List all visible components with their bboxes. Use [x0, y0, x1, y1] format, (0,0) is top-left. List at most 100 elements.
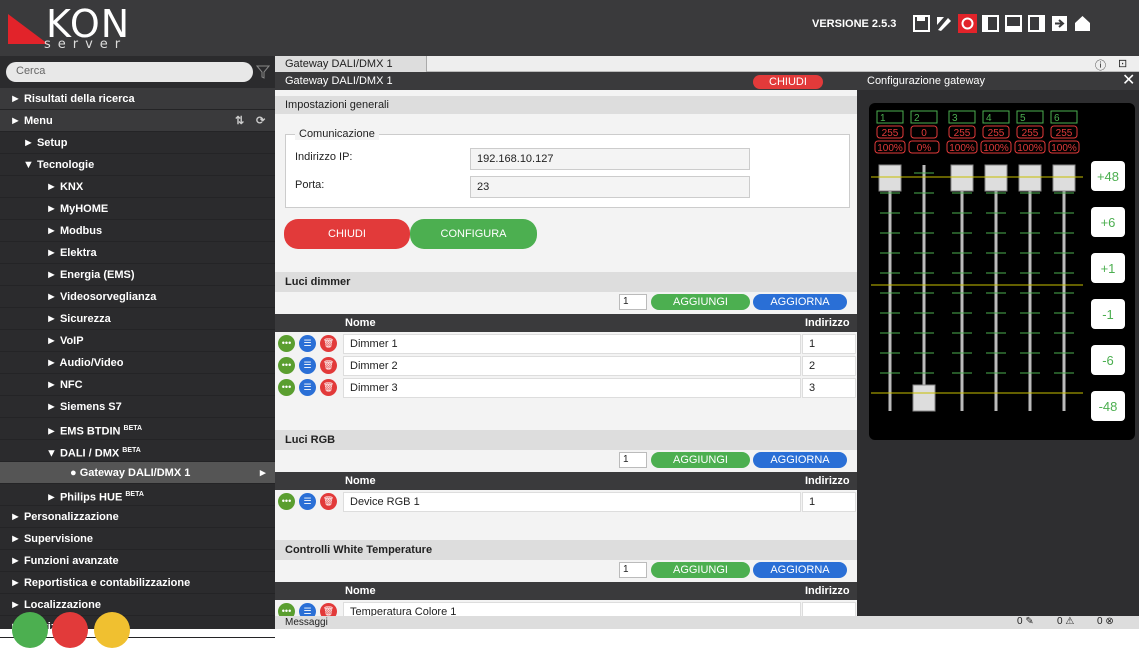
tab-gateway[interactable]: Gateway DALI/DMX 1 — [275, 56, 427, 72]
brush-icon[interactable] — [958, 14, 977, 33]
home-icon[interactable] — [1073, 14, 1092, 33]
sidebar-item-audio-video[interactable]: ► Audio/Video — [0, 352, 275, 374]
sidebar-item-siemens[interactable]: ► Siemens S7 — [0, 396, 275, 418]
sidebar-item-elektra[interactable]: ► Elektra — [0, 242, 275, 264]
sidebar-item-reportistica[interactable]: ► Reportistica e contabilizzazione — [0, 572, 275, 594]
error-count[interactable]: 0 ⊗ — [1097, 616, 1114, 627]
fader-knob[interactable] — [1052, 164, 1076, 192]
sidebar-item-myhome[interactable]: ► MyHOME — [0, 198, 275, 220]
more-icon[interactable]: ••• — [278, 335, 295, 352]
notification-count[interactable]: 0 ✎ — [1017, 616, 1034, 627]
row-address: 1 — [802, 492, 856, 512]
chiudi-button[interactable]: CHIUDI — [284, 219, 410, 249]
channel-value: 255 — [1022, 128, 1039, 139]
save-icon[interactable] — [912, 14, 931, 33]
sidebar-item-label: ● Gateway DALI/DMX 1 — [70, 467, 191, 479]
preview-icon[interactable]: ⊡ — [1118, 57, 1127, 70]
table-row[interactable]: ••• ☰ 🗑 Temperatura Colore 1 — [275, 602, 857, 616]
sidebar-item-tecnologie[interactable]: ▼ Tecnologie — [0, 154, 275, 176]
sidebar-item-knx[interactable]: ► KNX — [0, 176, 275, 198]
list-icon[interactable]: ☰ — [299, 493, 316, 510]
logout-icon[interactable] — [1050, 14, 1069, 33]
quantity-input[interactable]: 1 — [619, 294, 647, 310]
sidebar-item-voip[interactable]: ► VoIP — [0, 330, 275, 352]
sidebar-item-personalizzazione[interactable]: ► Personalizzazione — [0, 506, 275, 528]
trash-icon[interactable]: 🗑 — [320, 603, 337, 616]
fader-knob[interactable] — [950, 164, 974, 192]
info-icon[interactable]: ⓘ — [1095, 57, 1106, 73]
sidebar-item-philips-hue[interactable]: ► Philips HUE BETA — [0, 484, 275, 506]
sidebar-item-videosorveglianza[interactable]: ► Videosorveglianza — [0, 286, 275, 308]
port-field[interactable]: 23 — [470, 176, 750, 198]
fader-knob[interactable] — [912, 384, 936, 412]
channel-value: 255 — [954, 128, 971, 139]
table-row[interactable]: ••• ☰ 🗑 Dimmer 3 3 — [275, 378, 857, 398]
search-input[interactable]: Cerca — [6, 62, 253, 82]
sidebar-item-ems-btdin[interactable]: ► EMS BTDIN BETA — [0, 418, 275, 440]
add-button[interactable]: AGGIUNGI — [651, 562, 750, 578]
trash-icon[interactable]: 🗑 — [320, 335, 337, 352]
sidebar-item-modbus[interactable]: ► Modbus — [0, 220, 275, 242]
top-bar: KON server VERSIONE 2.5.3 — [0, 0, 1139, 56]
sidebar-item-energia[interactable]: ► Energia (EMS) — [0, 264, 275, 286]
fab-delete-button[interactable] — [52, 612, 88, 648]
fab-copy-button[interactable] — [94, 612, 130, 648]
filter-icon[interactable] — [256, 65, 270, 79]
list-icon[interactable]: ☰ — [299, 357, 316, 374]
dmx-controller: 1 255 100% 2 0 0% 3 255 100% 4 255 100% 5 255 100% 6 255… — [869, 103, 1135, 440]
add-button[interactable]: AGGIUNGI — [651, 452, 750, 468]
list-icon[interactable]: ☰ — [299, 335, 316, 352]
sort-icon[interactable]: ⇅ — [235, 110, 244, 132]
edit-icon[interactable] — [935, 14, 954, 33]
sidebar-item-dali-dmx[interactable]: ▼ DALI / DMX BETA — [0, 440, 275, 462]
close-icon[interactable]: ✕ — [1122, 70, 1135, 90]
list-icon[interactable]: ☰ — [299, 603, 316, 616]
refresh-icon[interactable]: ⟳ — [256, 110, 265, 132]
panel-bottom-icon[interactable] — [1004, 14, 1023, 33]
sidebar-item-sicurezza[interactable]: ► Sicurezza — [0, 308, 275, 330]
trash-icon[interactable]: 🗑 — [320, 357, 337, 374]
sidebar-item-localizzazione[interactable]: ► Localizzazione — [0, 594, 275, 616]
more-icon[interactable]: ••• — [278, 357, 295, 374]
configura-button[interactable]: CONFIGURA — [410, 219, 537, 249]
messages-label: Messaggi — [285, 617, 328, 628]
quantity-input[interactable]: 1 — [619, 452, 647, 468]
row-address — [802, 602, 856, 616]
table-row[interactable]: ••• ☰ 🗑 Dimmer 2 2 — [275, 356, 857, 376]
sidebar-item-funzioni[interactable]: ► Funzioni avanzate — [0, 550, 275, 572]
sidebar-item-setup[interactable]: ► Setup — [0, 132, 275, 154]
add-button[interactable]: AGGIUNGI — [651, 294, 750, 310]
row-name: Device RGB 1 — [343, 492, 801, 512]
panel-left-icon[interactable] — [981, 14, 1000, 33]
fader-knob[interactable] — [1018, 164, 1042, 192]
fader-knob[interactable] — [878, 164, 902, 192]
more-icon[interactable]: ••• — [278, 379, 295, 396]
refresh-button[interactable]: AGGIORNA — [753, 452, 847, 468]
dmx-faders[interactable]: 1 255 100% 20 0% 3 255 100% 4 255 100% 5 255 100% 6 255… — [869, 103, 1135, 440]
close-button[interactable]: CHIUDI — [753, 75, 823, 89]
refresh-button[interactable]: AGGIORNA — [753, 294, 847, 310]
step-label: +48 — [1097, 169, 1119, 184]
more-icon[interactable]: ••• — [278, 493, 295, 510]
refresh-button[interactable]: AGGIORNA — [753, 562, 847, 578]
ip-field[interactable]: 192.168.10.127 — [470, 148, 750, 170]
col-name-header: Nome — [345, 317, 376, 329]
sidebar-item-menu[interactable]: ► Menu ⇅ ⟳ — [0, 110, 275, 132]
more-icon[interactable]: ••• — [278, 603, 295, 616]
panel-right-icon[interactable] — [1027, 14, 1046, 33]
sidebar-item-search-results[interactable]: ► Risultati della ricerca — [0, 88, 275, 110]
sidebar-item-supervisione[interactable]: ► Supervisione — [0, 528, 275, 550]
fader-knob[interactable] — [984, 164, 1008, 192]
sidebar-item-nfc[interactable]: ► NFC — [0, 374, 275, 396]
sidebar-item-gateway[interactable]: ● Gateway DALI/DMX 1 ▸ — [0, 462, 275, 484]
list-icon[interactable]: ☰ — [299, 379, 316, 396]
trash-icon[interactable]: 🗑 — [320, 493, 337, 510]
warning-count[interactable]: 0 ⚠ — [1057, 616, 1074, 627]
channel-number: 4 — [986, 113, 992, 124]
count-value: 0 — [1057, 616, 1063, 627]
fab-edit-button[interactable] — [12, 612, 48, 648]
table-row[interactable]: ••• ☰ 🗑 Device RGB 1 1 — [275, 492, 857, 512]
quantity-input[interactable]: 1 — [619, 562, 647, 578]
trash-icon[interactable]: 🗑 — [320, 379, 337, 396]
table-row[interactable]: ••• ☰ 🗑 Dimmer 1 1 — [275, 334, 857, 354]
